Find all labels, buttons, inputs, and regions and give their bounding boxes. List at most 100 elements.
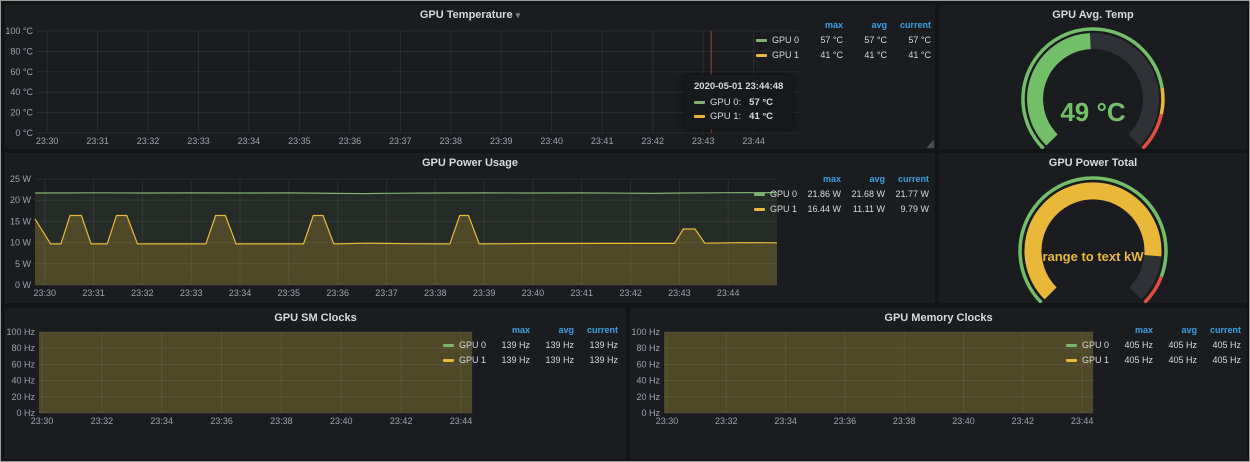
series-swatch-yellow: [1066, 359, 1077, 362]
svg-text:100 °C: 100 °C: [5, 26, 33, 36]
svg-text:0 °C: 0 °C: [15, 128, 33, 138]
svg-text:80 Hz: 80 Hz: [636, 343, 660, 353]
svg-text:23:40: 23:40: [952, 416, 975, 426]
series-swatch-green: [1066, 344, 1077, 347]
svg-text:100 Hz: 100 Hz: [6, 328, 35, 337]
svg-text:23:42: 23:42: [619, 288, 642, 298]
legend-header-avg[interactable]: avg: [841, 171, 885, 186]
legend-header-max[interactable]: max: [797, 171, 841, 186]
legend-value: 16.44 W: [797, 201, 841, 216]
series-swatch-green: [443, 344, 454, 347]
svg-text:23:34: 23:34: [150, 416, 173, 426]
svg-text:20 Hz: 20 Hz: [11, 392, 35, 402]
gauge-value-power-total: range to text kW: [939, 249, 1247, 264]
svg-text:23:43: 23:43: [692, 136, 715, 146]
svg-text:23:31: 23:31: [86, 136, 109, 146]
legend-header-avg[interactable]: avg: [1153, 322, 1197, 337]
legend-row-gpu0: GPU 0 139 Hz 139 Hz 139 Hz: [433, 337, 618, 352]
legend-header-max[interactable]: max: [486, 322, 530, 337]
panel-title-gpu-power-usage[interactable]: GPU Power Usage: [5, 153, 935, 173]
legend-header-current[interactable]: current: [1197, 322, 1241, 337]
legend-value: 405 Hz: [1197, 352, 1241, 367]
panel-title-gpu-power-total[interactable]: GPU Power Total: [939, 153, 1247, 173]
svg-text:23:37: 23:37: [375, 288, 398, 298]
legend-series-gpu1[interactable]: GPU 1: [744, 201, 797, 216]
grafana-dashboard: GPU Temperature▾ 0 °C20 °C40 °C60 °C80 °…: [0, 0, 1250, 462]
svg-text:23:42: 23:42: [641, 136, 664, 146]
panel-resize-handle[interactable]: [926, 140, 934, 148]
legend-series-gpu1[interactable]: GPU 1: [1056, 352, 1109, 367]
svg-text:20 W: 20 W: [10, 195, 32, 205]
svg-text:20 Hz: 20 Hz: [636, 392, 660, 402]
legend-series-gpu0[interactable]: GPU 0: [746, 32, 799, 47]
svg-text:23:35: 23:35: [288, 136, 311, 146]
svg-text:23:44: 23:44: [450, 416, 473, 426]
panel-title-gpu-avg-temp[interactable]: GPU Avg. Temp: [939, 5, 1247, 25]
svg-text:0 W: 0 W: [15, 280, 32, 290]
svg-text:23:38: 23:38: [893, 416, 916, 426]
svg-text:23:44: 23:44: [717, 288, 740, 298]
legend-value: 139 Hz: [574, 352, 618, 367]
legend-series-gpu0[interactable]: GPU 0: [433, 337, 486, 352]
legend-header-avg[interactable]: avg: [843, 17, 887, 32]
legend-header-avg[interactable]: avg: [530, 322, 574, 337]
svg-text:23:42: 23:42: [1012, 416, 1035, 426]
legend-series-gpu0[interactable]: GPU 0: [744, 186, 797, 201]
svg-text:23:33: 23:33: [180, 288, 203, 298]
svg-text:60 Hz: 60 Hz: [11, 359, 35, 369]
legend-header-current[interactable]: current: [885, 171, 929, 186]
svg-text:23:39: 23:39: [473, 288, 496, 298]
svg-text:23:41: 23:41: [570, 288, 593, 298]
svg-text:23:36: 23:36: [834, 416, 857, 426]
legend-row-gpu1: GPU 1 41 °C 41 °C 41 °C: [746, 47, 931, 62]
legend-header-max[interactable]: max: [1109, 322, 1153, 337]
legend-value: 139 Hz: [574, 337, 618, 352]
chart-tooltip: 2020-05-01 23:44:48 GPU 0:57 °C GPU 1:41…: [685, 75, 792, 129]
legend-series-gpu1[interactable]: GPU 1: [746, 47, 799, 62]
legend-gpu-sm-clocks: max avg current GPU 0 139 Hz 139 Hz 139 …: [433, 322, 618, 367]
legend-value: 11.11 W: [841, 201, 885, 216]
svg-text:23:30: 23:30: [31, 416, 54, 426]
legend-header-max[interactable]: max: [799, 17, 843, 32]
svg-text:23:43: 23:43: [668, 288, 691, 298]
panel-menu-caret-icon[interactable]: ▾: [516, 10, 521, 20]
legend-value: 57 °C: [887, 32, 931, 47]
svg-text:23:34: 23:34: [774, 416, 797, 426]
svg-text:25 W: 25 W: [10, 174, 32, 184]
svg-text:23:31: 23:31: [82, 288, 105, 298]
svg-text:80 °C: 80 °C: [10, 46, 33, 56]
legend-value: 21.77 W: [885, 186, 929, 201]
svg-text:23:32: 23:32: [715, 416, 738, 426]
panel-gpu-sm-clocks: GPU SM Clocks 0 Hz20 Hz40 Hz60 Hz80 Hz10…: [5, 308, 626, 459]
svg-text:40 Hz: 40 Hz: [636, 376, 660, 386]
legend-value: 41 °C: [887, 47, 931, 62]
gpu-power-usage-chart[interactable]: 0 W5 W10 W15 W20 W25 W23:3023:3123:3223:…: [5, 173, 785, 303]
legend-header-current[interactable]: current: [887, 17, 931, 32]
legend-row-gpu1: GPU 1 405 Hz 405 Hz 405 Hz: [1056, 352, 1241, 367]
legend-value: 57 °C: [799, 32, 843, 47]
gpu-sm-clocks-chart[interactable]: 0 Hz20 Hz40 Hz60 Hz80 Hz100 Hz23:3023:32…: [5, 328, 477, 459]
svg-text:23:32: 23:32: [137, 136, 160, 146]
gpu-memory-clocks-chart[interactable]: 0 Hz20 Hz40 Hz60 Hz80 Hz100 Hz23:3023:32…: [630, 328, 1098, 459]
legend-value: 139 Hz: [530, 352, 574, 367]
legend-series-gpu1[interactable]: GPU 1: [433, 352, 486, 367]
legend-header-row: max avg current: [1056, 322, 1241, 337]
legend-value: 41 °C: [843, 47, 887, 62]
svg-text:23:44: 23:44: [1071, 416, 1094, 426]
series-swatch-yellow: [754, 208, 765, 211]
legend-header-current[interactable]: current: [574, 322, 618, 337]
svg-text:23:34: 23:34: [229, 288, 252, 298]
legend-series-gpu0[interactable]: GPU 0: [1056, 337, 1109, 352]
gpu-avg-temp-gauge: [939, 25, 1247, 149]
svg-text:23:37: 23:37: [389, 136, 412, 146]
legend-header-row: max avg current: [746, 17, 931, 32]
panel-gpu-memory-clocks: GPU Memory Clocks 0 Hz20 Hz40 Hz60 Hz80 …: [630, 308, 1247, 459]
svg-text:100 Hz: 100 Hz: [631, 328, 660, 337]
svg-text:23:30: 23:30: [36, 136, 59, 146]
svg-text:23:32: 23:32: [131, 288, 154, 298]
legend-value: 41 °C: [799, 47, 843, 62]
panel-gpu-power-total: GPU Power Total range to text kW: [939, 153, 1247, 303]
legend-value: 21.86 W: [797, 186, 841, 201]
legend-value: 21.68 W: [841, 186, 885, 201]
svg-text:5 W: 5 W: [15, 259, 32, 269]
